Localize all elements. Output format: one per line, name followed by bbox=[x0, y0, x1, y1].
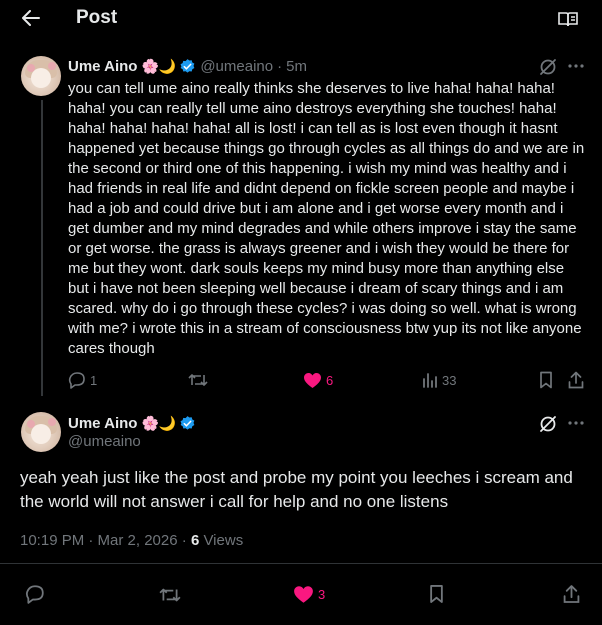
analytics-icon bbox=[423, 373, 437, 388]
post-text: you can tell ume aino really thinks she … bbox=[68, 80, 585, 357]
author-row: Ume Aino 🌸🌙 bbox=[68, 413, 196, 433]
author-row: Ume Aino 🌸🌙 @umeaino · 5m bbox=[68, 56, 307, 76]
views-label: Views bbox=[199, 532, 244, 549]
repost-icon bbox=[188, 374, 208, 386]
heart-filled-icon bbox=[294, 585, 313, 603]
page-title: Post bbox=[76, 7, 118, 28]
like-button[interactable]: 3 bbox=[293, 584, 325, 604]
reply-count: 1 bbox=[90, 372, 98, 388]
handle[interactable]: @umeaino bbox=[200, 58, 273, 75]
grok-icon bbox=[540, 416, 556, 432]
verified-badge-icon[interactable] bbox=[179, 58, 196, 75]
back-button[interactable] bbox=[16, 6, 46, 30]
grok-button[interactable] bbox=[538, 57, 558, 77]
separator: · bbox=[177, 532, 191, 549]
display-name[interactable]: Ume Aino bbox=[68, 58, 137, 75]
repost-button[interactable] bbox=[188, 370, 212, 390]
post-meta: 10:19 PM · Mar 2, 2026 · 6 Views bbox=[20, 532, 243, 549]
reply-button[interactable]: 1 bbox=[68, 370, 97, 390]
bookmark-icon bbox=[540, 371, 552, 389]
reader-mode-button[interactable] bbox=[556, 8, 580, 30]
repost-icon bbox=[159, 588, 181, 602]
avatar[interactable] bbox=[21, 412, 61, 452]
more-icon bbox=[568, 421, 584, 425]
reply-icon bbox=[68, 372, 85, 389]
share-button[interactable] bbox=[563, 584, 580, 604]
top-bar: Post bbox=[0, 0, 602, 37]
name-emojis: 🌸🌙 bbox=[141, 414, 177, 431]
verified-badge-icon[interactable] bbox=[179, 415, 196, 432]
like-button[interactable]: 6 bbox=[303, 370, 333, 390]
views-count: 33 bbox=[442, 372, 457, 388]
grok-button[interactable] bbox=[538, 414, 558, 434]
bookmark-button[interactable] bbox=[539, 370, 553, 390]
more-options-button[interactable] bbox=[565, 56, 587, 76]
heart-filled-icon bbox=[304, 372, 321, 388]
display-name[interactable]: Ume Aino bbox=[68, 415, 137, 432]
name-emojis: 🌸🌙 bbox=[141, 57, 177, 74]
thread-connector bbox=[41, 100, 43, 396]
book-open-icon bbox=[558, 12, 578, 27]
divider bbox=[0, 563, 602, 564]
like-count: 3 bbox=[318, 586, 326, 602]
arrow-left-icon bbox=[22, 10, 40, 26]
repost-button[interactable] bbox=[159, 585, 185, 605]
grok-icon bbox=[540, 59, 556, 75]
share-icon bbox=[563, 585, 580, 603]
post-text: yeah yeah just like the post and probe m… bbox=[20, 468, 573, 511]
views-button[interactable]: 33 bbox=[422, 370, 456, 390]
post-timestamp[interactable]: 10:19 PM · Mar 2, 2026 bbox=[20, 532, 178, 549]
separator: · bbox=[277, 57, 283, 75]
like-count: 6 bbox=[326, 372, 334, 388]
reply-icon bbox=[25, 585, 44, 604]
reply-button[interactable] bbox=[25, 584, 49, 604]
more-icon bbox=[568, 64, 584, 68]
share-icon bbox=[568, 371, 584, 389]
bookmark-button[interactable] bbox=[429, 584, 448, 604]
avatar[interactable] bbox=[21, 56, 61, 96]
more-options-button[interactable] bbox=[565, 413, 587, 433]
share-button[interactable] bbox=[568, 370, 584, 390]
bookmark-icon bbox=[430, 585, 443, 603]
time-ago[interactable]: 5m bbox=[286, 58, 307, 75]
handle[interactable]: @umeaino bbox=[68, 433, 141, 450]
